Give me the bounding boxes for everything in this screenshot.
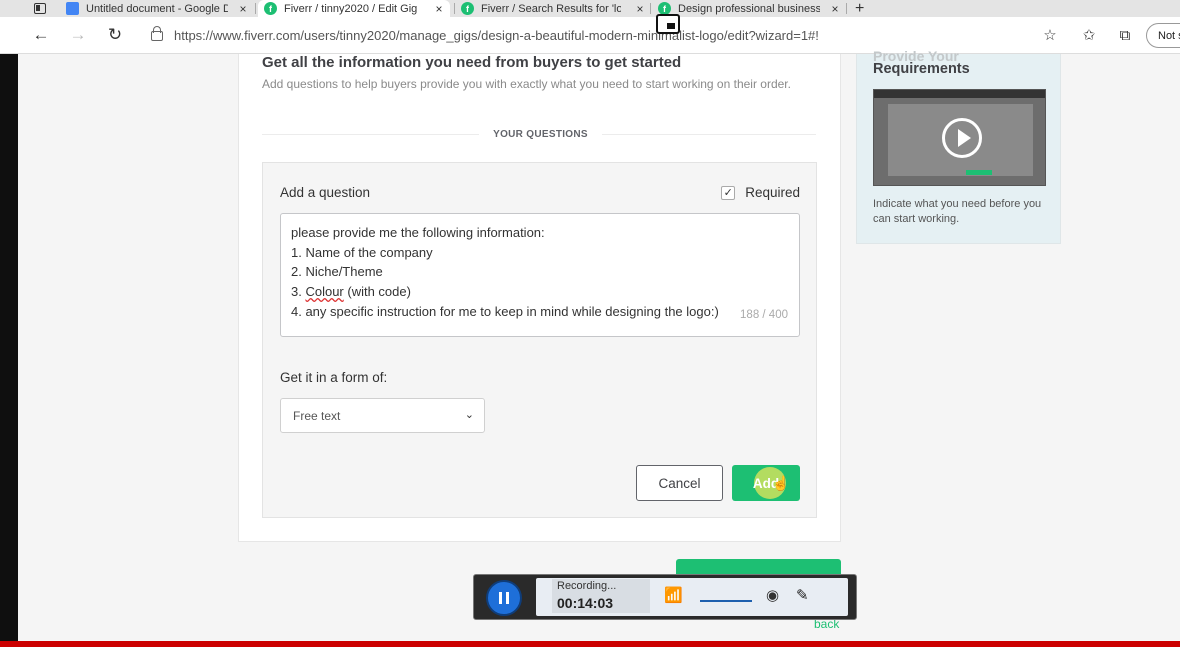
char-counter: 188 / 400 xyxy=(740,309,788,322)
volume-slider[interactable] xyxy=(700,600,752,602)
question-textarea[interactable]: please provide me the following informat… xyxy=(280,213,800,337)
new-tab-icon[interactable]: + xyxy=(855,0,864,17)
chevron-down-icon: ⌄ xyxy=(464,409,474,421)
fiverr-icon: f xyxy=(264,2,277,15)
required-checkbox[interactable]: ✓ Required xyxy=(721,185,800,200)
cancel-button[interactable]: Cancel xyxy=(636,465,723,501)
recording-time: 00:14:03 xyxy=(557,595,614,611)
close-icon[interactable]: × xyxy=(432,0,446,17)
tab-fiverr-edit-gig[interactable]: f Fiverr / tinny2020 / Edit Gig × xyxy=(258,0,450,17)
required-label: Required xyxy=(745,185,800,200)
screen-recorder-bar: Recording... 00:14:03 📶 ◉ ✎ xyxy=(473,574,857,620)
lock-icon xyxy=(151,25,163,41)
tab-separator xyxy=(454,3,455,14)
collections-icon[interactable]: ⧉ xyxy=(1115,25,1135,45)
audio-level-icon[interactable]: 📶 xyxy=(664,586,683,604)
close-icon[interactable]: × xyxy=(828,0,842,17)
tutorial-video[interactable] xyxy=(873,89,1046,186)
answer-type-select[interactable]: Free text ⌄ xyxy=(280,398,485,433)
question-line: please provide me the following informat… xyxy=(291,225,545,240)
question-line: 2. Niche/Theme xyxy=(291,264,383,280)
checkbox-icon[interactable]: ✓ xyxy=(721,185,736,200)
tab-fiverr-gig[interactable]: f Design professional business log × xyxy=(658,0,842,17)
tab-title: Fiverr / tinny2020 / Edit Gig xyxy=(284,2,418,15)
line-suffix: (with code) xyxy=(343,284,411,300)
tab-title: Design professional business log xyxy=(678,2,820,15)
hand-cursor-icon: ☝ xyxy=(772,475,790,491)
tab-fiverr-search[interactable]: f Fiverr / Search Results for 'logo c × xyxy=(461,0,647,17)
video-progress-bar[interactable] xyxy=(0,641,1180,647)
requirements-card: Get all the information you need from bu… xyxy=(238,54,841,542)
misspelled-word: Colour xyxy=(305,284,344,300)
forward-icon[interactable]: → xyxy=(68,25,88,45)
page-content: Get all the information you need from bu… xyxy=(18,48,1180,641)
page-subheading: Add questions to help buyers provide you… xyxy=(262,77,791,91)
add-favorite-icon[interactable]: ☆ xyxy=(1040,25,1060,45)
fiverr-icon: f xyxy=(461,2,474,15)
panel-heading: Requirements xyxy=(873,61,970,77)
browser-toolbar: ← → ↻ https://www.fiverr.com/users/tinny… xyxy=(0,17,1180,54)
add-button[interactable]: Add ☝ xyxy=(732,465,800,501)
tab-separator xyxy=(846,3,847,14)
question-line-colour: 3. Colour (with code) xyxy=(291,282,789,302)
tab-google-docs[interactable]: Untitled document - Google Do × xyxy=(66,0,250,17)
panel-description: Indicate what you need before you can st… xyxy=(873,198,1042,225)
line-prefix: 3. xyxy=(291,284,306,300)
webcam-icon[interactable]: ◉ xyxy=(766,586,779,604)
add-question-form: Add a question ✓ Required please provide… xyxy=(262,162,817,518)
answer-type-label: Get it in a form of: xyxy=(280,370,388,385)
tab-separator xyxy=(255,3,256,14)
profile-button[interactable]: Not s xyxy=(1146,23,1180,48)
requirements-info-panel: Provide Your Requirements Indicate what … xyxy=(856,48,1061,244)
browser-tab-strip: Untitled document - Google Do × f Fiverr… xyxy=(0,0,1180,17)
close-icon[interactable]: × xyxy=(236,0,250,17)
pause-recording-button[interactable] xyxy=(486,580,522,616)
picture-in-picture-icon[interactable] xyxy=(656,14,680,34)
favorites-icon[interactable]: ✩ xyxy=(1079,25,1099,45)
form-title: Add a question xyxy=(280,185,371,200)
pen-icon[interactable]: ✎ xyxy=(796,586,809,604)
tab-actions-icon xyxy=(34,3,46,14)
play-icon[interactable] xyxy=(942,118,982,158)
section-label: YOUR QUESTIONS xyxy=(239,129,842,140)
tab-separator xyxy=(650,3,651,14)
address-bar[interactable]: https://www.fiverr.com/users/tinny2020/m… xyxy=(140,21,1070,50)
url-text: https://www.fiverr.com/users/tinny2020/m… xyxy=(174,28,819,43)
tab-title: Untitled document - Google Do xyxy=(86,2,228,15)
reload-icon[interactable]: ↻ xyxy=(105,25,125,45)
question-line: 1. Name of the company xyxy=(291,244,433,260)
close-icon[interactable]: × xyxy=(633,0,647,17)
tab-actions-button[interactable] xyxy=(30,0,50,17)
tab-title: Fiverr / Search Results for 'logo c xyxy=(481,2,621,15)
left-edge xyxy=(0,54,18,647)
selected-value: Free text xyxy=(293,408,341,423)
recording-status: Recording... 00:14:03 xyxy=(552,579,650,613)
back-icon[interactable]: ← xyxy=(31,25,51,45)
google-docs-icon xyxy=(66,2,79,15)
recording-label: Recording... xyxy=(557,580,617,592)
question-line: 4. any specific instruction for me to ke… xyxy=(291,303,719,319)
page-heading: Get all the information you need from bu… xyxy=(262,54,682,71)
